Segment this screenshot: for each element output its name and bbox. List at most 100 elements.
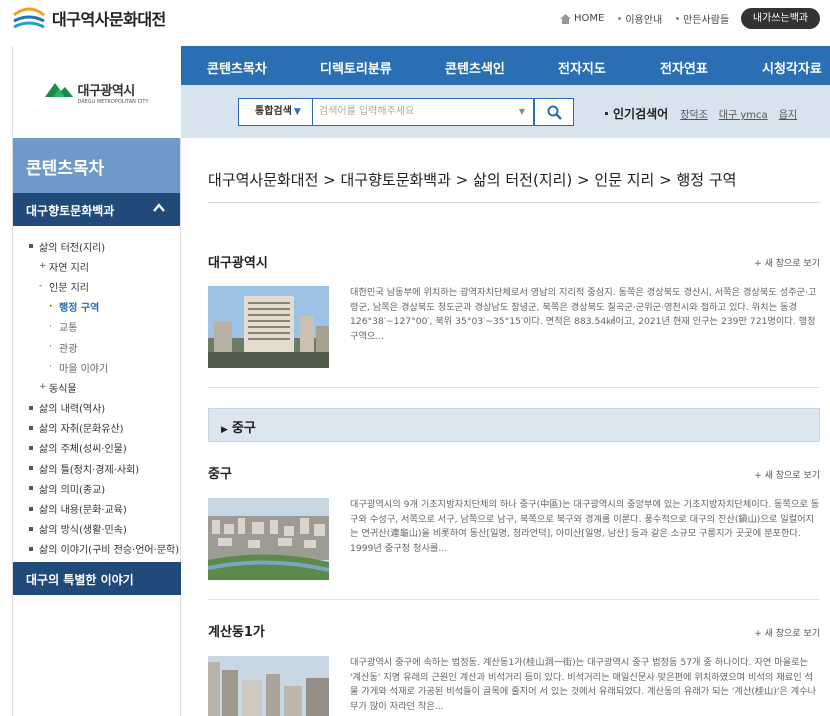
bullet-icon xyxy=(618,17,622,20)
sidebar-tree-item[interactable]: · 마을 이야기 xyxy=(13,357,180,377)
bullet-icon: · xyxy=(49,321,52,332)
bullet-icon: · xyxy=(49,362,52,373)
entry-summary: 대한민국 남동부에 위치하는 광역자치단체로서 영남의 지리적 중심지. 동쪽은… xyxy=(350,287,817,342)
sidebar-tree-label: 마을 이야기 xyxy=(59,363,109,375)
entry-thumbnail[interactable] xyxy=(208,656,329,716)
sidebar-tree-item[interactable]: 삶의 내용(문화·교육) xyxy=(13,498,180,518)
daegu-city-logo[interactable]: 대구광역시 DAEGU METROPOLITAN CITY xyxy=(12,46,181,138)
main-navigation: 콘텐츠목차 디렉토리분류 콘텐츠색인 전자지도 전자연표 시청각자료 xyxy=(181,46,830,85)
sidebar-tree-item[interactable]: + 자연 지리 xyxy=(13,256,180,276)
nav-timeline[interactable]: 전자연표 xyxy=(660,58,708,77)
sidebar-tree-label: 삶의 내용(문화·교육) xyxy=(39,505,127,517)
bullet-icon xyxy=(29,244,33,249)
bullet-icon xyxy=(29,506,33,511)
sidebar-tree-item[interactable]: · 관광 xyxy=(13,337,180,357)
entry-title[interactable]: 중구 xyxy=(208,463,232,482)
sidebar-tree-item[interactable]: 삶의 자취(문화유산) xyxy=(13,418,180,438)
sidebar-tree-label: 자연 지리 xyxy=(49,262,89,274)
search-area: 통합검색 ▼ 검색어를 입력해주세요 ▼ 인기검색어 장덕조 대구 ymca 읍지 xyxy=(181,85,830,138)
sidebar-title: 콘텐츠목차 xyxy=(13,138,180,193)
home-label: HOME xyxy=(574,13,605,24)
sidebar-tree-item[interactable]: 삶의 의미(종교) xyxy=(13,478,180,498)
sidebar-tree-label: 삶의 주체(성씨·인물) xyxy=(39,444,127,456)
chevron-up-icon[interactable] xyxy=(152,201,166,215)
guide-link[interactable]: 이용안내 xyxy=(618,11,662,26)
search-icon xyxy=(547,105,562,120)
gyesan-dong-photo xyxy=(208,656,329,716)
sidebar-tree-item[interactable]: 삶의 주체(성씨·인물) xyxy=(13,438,180,458)
sidebar-tree-label: 삶의 내력(역사) xyxy=(39,404,106,416)
open-new-window-link[interactable]: + 새 창으로 보기 xyxy=(754,626,820,639)
sidebar-tree-label: 교통 xyxy=(59,323,78,335)
bullet-icon xyxy=(29,526,33,531)
sidebar-tree-item[interactable]: 삶의 방식(생활·민속) xyxy=(13,519,180,539)
nav-contents[interactable]: 콘텐츠목차 xyxy=(207,58,267,77)
nav-map[interactable]: 전자지도 xyxy=(558,58,606,77)
sidebar-special-stories[interactable]: 대구의 특별한 이야기 xyxy=(13,562,181,595)
group-header[interactable]: ▶ 중구 xyxy=(208,408,820,442)
search-button[interactable] xyxy=(534,98,574,126)
entry-thumbnail[interactable] xyxy=(208,286,329,368)
sidebar: 콘텐츠목차 대구향토문화백과 삶의 터전(지리) + 자연 지리 - 인문 지리 · 행정 … xyxy=(12,138,181,716)
nav-directory[interactable]: 디렉토리분류 xyxy=(320,58,392,77)
credits-link[interactable]: 만든사람들 xyxy=(676,11,729,26)
my-encyclopedia-button[interactable]: 내가쓰는백과 xyxy=(741,8,820,29)
sidebar-tree-item[interactable]: · 행정 구역 xyxy=(13,297,180,317)
sidebar-tree-item[interactable]: 삶의 이야기(구비 전승·언어·문학) xyxy=(13,539,180,559)
credits-label: 만든사람들 xyxy=(683,15,730,26)
sidebar-tree-item[interactable]: · 교통 xyxy=(13,317,180,337)
keyword-link[interactable]: 읍지 xyxy=(779,106,797,121)
search-scope-label: 통합검색 xyxy=(255,106,292,117)
home-link[interactable]: HOME xyxy=(560,13,604,24)
bullet-icon xyxy=(676,17,680,20)
sidebar-tree-item[interactable]: 삶의 틀(정치·경제·사회) xyxy=(13,458,180,478)
brand-subtitle: DAEGU METROPOLITAN CITY xyxy=(77,98,149,105)
sidebar-tree-item[interactable]: - 인문 지리 xyxy=(13,276,180,296)
sidebar-tree-label: 삶의 방식(생활·민속) xyxy=(39,525,127,537)
sidebar-tree-label: 인문 지리 xyxy=(49,282,89,294)
sidebar-tree-label: 삶의 자취(문화유산) xyxy=(39,424,124,436)
entry-thumbnail[interactable] xyxy=(208,498,329,580)
bullet-icon xyxy=(29,425,33,430)
sidebar-category[interactable]: 대구향토문화백과 xyxy=(13,193,180,226)
site-logo[interactable]: 대구역사문화대전 xyxy=(12,5,166,31)
entry-title[interactable]: 계산동1가 xyxy=(208,621,265,640)
keyword-link[interactable]: 대구 ymca xyxy=(719,106,768,121)
open-new-window-link[interactable]: + 새 창으로 보기 xyxy=(754,468,820,481)
sidebar-category-label: 대구향토문화백과 xyxy=(26,204,115,218)
sidebar-tree: 삶의 터전(지리) + 자연 지리 - 인문 지리 · 행정 구역 · 교통 · 관광 · 마을 이야기… xyxy=(13,226,180,559)
sidebar-tree-label: 삶의 의미(종교) xyxy=(39,484,106,496)
city-hall-photo xyxy=(208,286,329,368)
search-placeholder: 검색어를 입력해주세요 xyxy=(319,106,415,117)
popular-label: 인기검색어 xyxy=(613,107,669,121)
site-logo-icon xyxy=(13,7,45,29)
sidebar-tree-label: 삶의 틀(정치·경제·사회) xyxy=(39,464,140,476)
search-input[interactable]: 검색어를 입력해주세요 ▼ xyxy=(313,98,534,126)
guide-label: 이용안내 xyxy=(625,15,663,26)
nav-index[interactable]: 콘텐츠색인 xyxy=(445,58,505,77)
brand-name: 대구광역시 xyxy=(77,83,135,99)
bullet-icon xyxy=(29,486,33,491)
entry-summary: 대구광역시의 9개 기초지방자치단체의 하나 중구(中區)는 대구광역시의 중앙… xyxy=(350,499,820,554)
bullet-icon xyxy=(605,112,608,115)
divider xyxy=(208,387,820,388)
sidebar-tree-label: 관광 xyxy=(59,343,78,355)
keyword-link[interactable]: 장덕조 xyxy=(680,106,708,121)
expand-icon: + xyxy=(39,382,47,393)
caret-down-icon: ▼ xyxy=(518,107,525,116)
triangle-down-icon: ▼ xyxy=(293,107,301,117)
entry-title[interactable]: 대구광역시 xyxy=(208,252,268,271)
top-links: HOME 이용안내 만든사람들 xyxy=(560,11,743,26)
triangle-right-icon: ▶ xyxy=(221,425,228,435)
open-new-window-link[interactable]: + 새 창으로 보기 xyxy=(754,256,820,269)
search-scope-select[interactable]: 통합검색 ▼ xyxy=(238,98,313,126)
sidebar-tree-item[interactable]: 삶의 내력(역사) xyxy=(13,398,180,418)
bullet-icon xyxy=(29,445,33,450)
jung-gu-aerial-photo xyxy=(208,498,329,580)
sidebar-tree-item[interactable]: + 동식물 xyxy=(13,377,180,397)
bullet-icon: · xyxy=(49,301,53,312)
sidebar-tree-label: 행정 구역 xyxy=(59,303,100,315)
bullet-icon: · xyxy=(49,342,52,353)
nav-media[interactable]: 시청각자료 xyxy=(762,58,822,77)
sidebar-tree-item[interactable]: 삶의 터전(지리) xyxy=(13,236,180,256)
